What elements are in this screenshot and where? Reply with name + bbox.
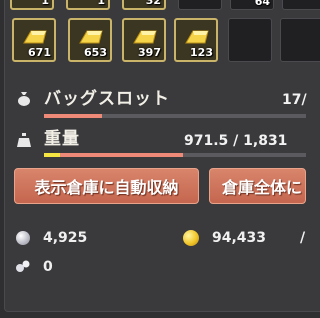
weight-bar-fill <box>44 153 183 157</box>
inventory-slot[interactable]: 32 <box>122 0 166 10</box>
bag-slots-bar <box>44 114 306 118</box>
inventory-grid: 1 1 32 64 671 653 397 123 <box>0 0 320 64</box>
auto-store-button[interactable]: 表示倉庫に自動収納 <box>14 168 199 204</box>
empty-slot[interactable] <box>282 0 320 10</box>
inventory-slot[interactable]: 1 <box>10 0 54 10</box>
weight-bar-segment <box>44 153 60 157</box>
gold-amount: 94,433 <box>212 230 267 246</box>
misc-amount: 0 <box>43 259 53 275</box>
item-quantity: 1 <box>41 0 49 7</box>
item-quantity: 64 <box>254 0 270 8</box>
currency-extra: / <box>300 230 306 246</box>
silver-icon <box>16 231 30 245</box>
inventory-slot[interactable]: 397 <box>122 18 166 62</box>
empty-slot[interactable] <box>280 18 320 62</box>
inventory-slot[interactable]: 1 <box>66 0 110 10</box>
warehouse-all-button[interactable]: 倉庫全体に <box>209 168 306 204</box>
inventory-slot[interactable]: 653 <box>68 18 112 62</box>
bag-slots-bar-fill <box>44 114 102 118</box>
weight-icon <box>17 133 31 147</box>
item-quantity: 397 <box>138 46 161 59</box>
item-quantity: 32 <box>145 0 161 7</box>
inventory-slot[interactable]: 123 <box>174 18 218 62</box>
item-quantity: 1 <box>97 0 105 7</box>
empty-slot[interactable] <box>228 18 272 62</box>
inventory-slot[interactable]: 671 <box>12 18 56 62</box>
item-quantity: 653 <box>84 46 107 59</box>
weight-bar-segment <box>59 153 183 157</box>
empty-slot[interactable] <box>178 0 222 10</box>
bag-slots-value: 17/ <box>282 92 307 108</box>
gold-coin-icon <box>183 230 199 246</box>
weight-bar <box>44 153 306 157</box>
weight-value: 971.5 / 1,831 <box>184 133 288 149</box>
silver-amount: 4,925 <box>43 230 88 246</box>
bag-icon <box>18 92 30 106</box>
bag-slots-label: バッグスロット <box>44 89 170 109</box>
weight-label: 重量 <box>44 129 80 149</box>
pearl-icon <box>16 260 30 272</box>
item-quantity: 671 <box>28 46 51 59</box>
inventory-slot[interactable]: 64 <box>230 0 274 10</box>
item-quantity: 123 <box>190 46 213 59</box>
